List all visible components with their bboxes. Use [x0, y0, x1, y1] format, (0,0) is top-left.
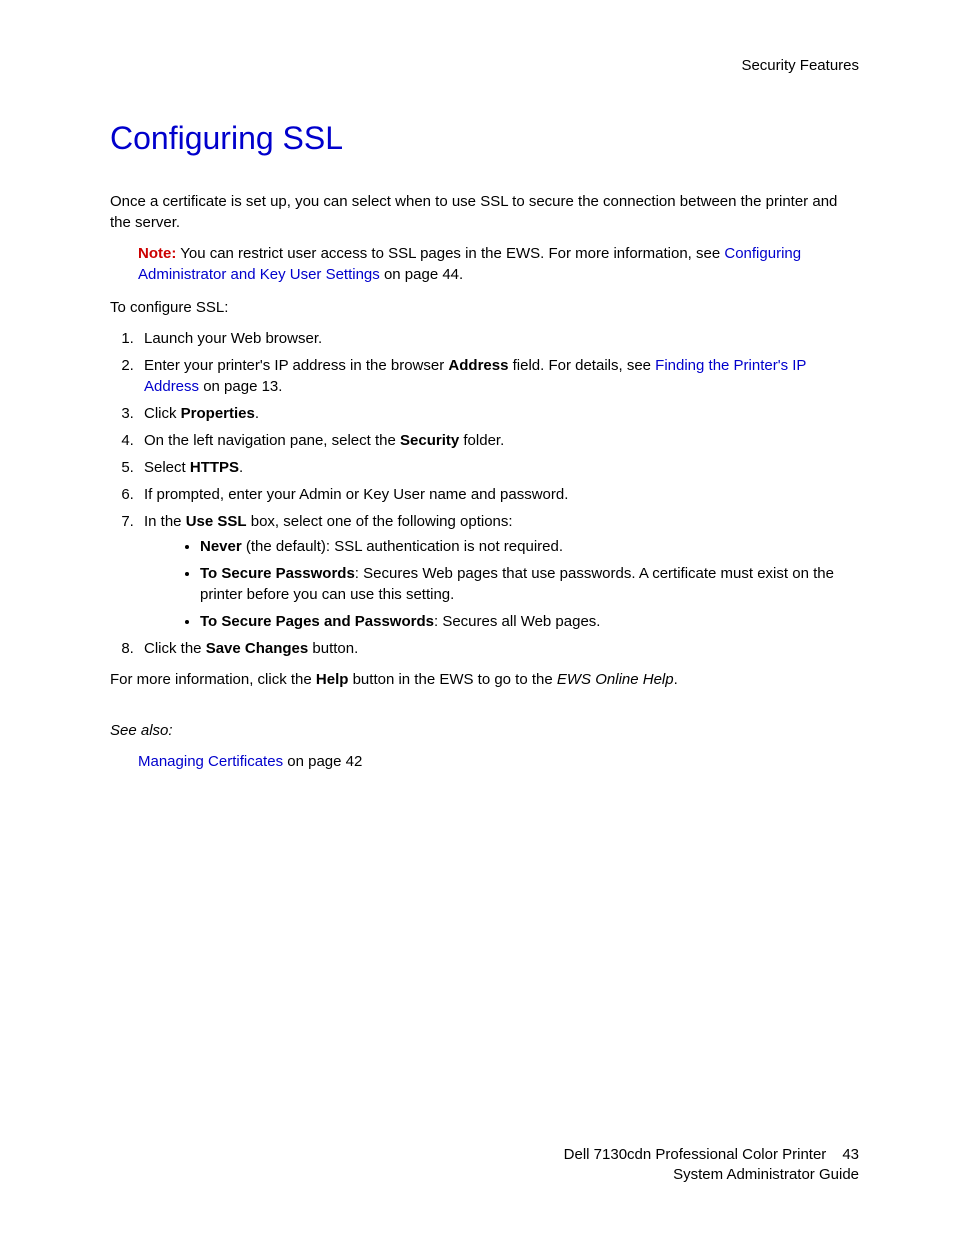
step-8: Click the Save Changes button. — [138, 638, 859, 659]
step-2: Enter your printer's IP address in the b… — [138, 355, 859, 397]
step-6: If prompted, enter your Admin or Key Use… — [138, 484, 859, 505]
link-managing-certificates[interactable]: Managing Certificates — [138, 753, 283, 770]
step-2-bold: Address — [448, 357, 508, 374]
step-3-bold: Properties — [181, 405, 255, 422]
step-7-post: box, select one of the following options… — [247, 513, 513, 530]
options-list: Never (the default): SSL authentication … — [144, 536, 859, 632]
see-also-label: See also: — [110, 720, 859, 741]
option-never-text: (the default): SSL authentication is not… — [242, 538, 563, 555]
step-2-pre: Enter your printer's IP address in the b… — [144, 357, 448, 374]
step-3-post: . — [255, 405, 259, 422]
page-number: 43 — [842, 1145, 859, 1165]
option-secure-pages-label: To Secure Pages and Passwords — [200, 613, 434, 630]
note-label: Note: — [138, 245, 176, 262]
more-info-italic: EWS Online Help — [557, 671, 674, 688]
step-3-pre: Click — [144, 405, 181, 422]
note-text-after: on page 44. — [380, 266, 463, 283]
footer-line1: Dell 7130cdn Professional Color Printer — [564, 1146, 827, 1163]
see-also-body: Managing Certificates on page 42 — [138, 751, 859, 772]
step-3: Click Properties. — [138, 403, 859, 424]
step-4-bold: Security — [400, 432, 459, 449]
step-4-pre: On the left navigation pane, select the — [144, 432, 400, 449]
step-7-pre: In the — [144, 513, 186, 530]
note-text-before: You can restrict user access to SSL page… — [176, 245, 724, 262]
step-4: On the left navigation pane, select the … — [138, 430, 859, 451]
step-7: In the Use SSL box, select one of the fo… — [138, 511, 859, 632]
step-1: Launch your Web browser. — [138, 328, 859, 349]
document-page: Security Features Configuring SSL Once a… — [0, 0, 954, 1235]
step-5-post: . — [239, 459, 243, 476]
step-8-bold: Save Changes — [206, 640, 309, 657]
option-secure-passwords: To Secure Passwords: Secures Web pages t… — [200, 563, 859, 605]
page-footer: Dell 7130cdn Professional Color Printer 4… — [564, 1145, 859, 1186]
step-8-pre: Click the — [144, 640, 206, 657]
step-7-bold: Use SSL — [186, 513, 247, 530]
step-5-pre: Select — [144, 459, 190, 476]
option-secure-pages-passwords: To Secure Pages and Passwords: Secures a… — [200, 611, 859, 632]
step-4-post: folder. — [459, 432, 504, 449]
see-also-post: on page 42 — [283, 753, 362, 770]
more-info-post: . — [674, 671, 678, 688]
lead-in: To configure SSL: — [110, 297, 859, 318]
step-8-post: button. — [308, 640, 358, 657]
note-block: Note: You can restrict user access to SS… — [138, 243, 859, 285]
more-info-bold: Help — [316, 671, 349, 688]
option-never: Never (the default): SSL authentication … — [200, 536, 859, 557]
option-secure-pages-text: : Secures all Web pages. — [434, 613, 600, 630]
option-secure-passwords-label: To Secure Passwords — [200, 565, 355, 582]
steps-list: Launch your Web browser. Enter your prin… — [110, 328, 859, 659]
more-info-pre: For more information, click the — [110, 671, 316, 688]
more-info: For more information, click the Help but… — [110, 669, 859, 690]
step-5: Select HTTPS. — [138, 457, 859, 478]
option-never-label: Never — [200, 538, 242, 555]
page-title: Configuring SSL — [110, 116, 859, 161]
footer-line2: System Administrator Guide — [564, 1165, 859, 1185]
more-info-mid: button in the EWS to go to the — [348, 671, 556, 688]
step-2-mid: field. For details, see — [508, 357, 655, 374]
step-2-post: on page 13. — [199, 378, 282, 395]
step-5-bold: HTTPS — [190, 459, 239, 476]
running-header: Security Features — [110, 55, 859, 76]
intro-paragraph: Once a certificate is set up, you can se… — [110, 191, 859, 233]
